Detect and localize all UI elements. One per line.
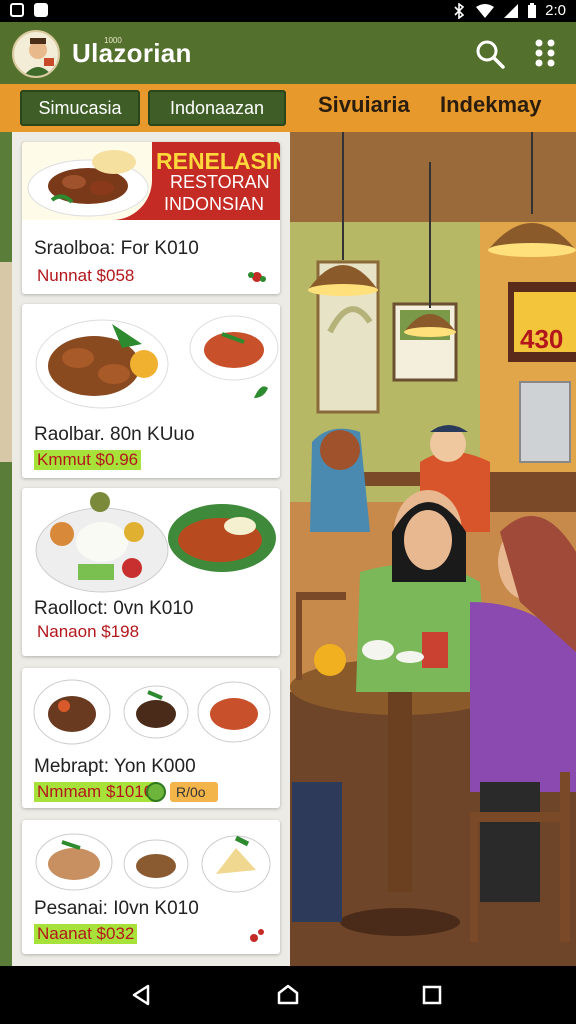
- app-bar: 1000 Ulazorian: [0, 22, 576, 84]
- signal-icon: [504, 3, 519, 18]
- dish-image: [33, 679, 271, 745]
- chili-icon: [250, 929, 264, 942]
- menu-item-name: Mebrapt: Yon K000: [34, 756, 196, 777]
- app-notification-icon: [10, 3, 24, 17]
- promo-subtitle: RESTORAN: [170, 172, 270, 192]
- veg-badge-icon: [146, 782, 166, 802]
- chip-indonaazan[interactable]: Indonaazan: [148, 90, 286, 126]
- menu-item-price: Kmmut $0.96: [34, 450, 142, 470]
- menu-item-name: Raolbar. 80n KUuo: [34, 424, 195, 445]
- home-icon[interactable]: [276, 983, 300, 1007]
- status-right: 2:0: [451, 2, 566, 19]
- status-left-icons: [10, 3, 48, 17]
- menu-card[interactable]: RENELASIN RESTORAN INDONSIAN Sraolboa: F…: [22, 142, 280, 294]
- menu-card[interactable]: Raolloct: 0vn K010 Nanaon $198: [22, 488, 280, 656]
- dish-image: [27, 150, 149, 217]
- leaf-icon: [254, 386, 268, 398]
- battery-icon: [528, 2, 537, 18]
- grid-menu-icon[interactable]: [530, 36, 560, 70]
- wifi-icon: [476, 3, 495, 18]
- back-icon[interactable]: [130, 984, 152, 1006]
- menu-item-price: Nmmam $1010: [34, 782, 157, 802]
- search-icon[interactable]: [474, 38, 506, 70]
- menu-item-name: Pesanai: I0vn K010: [34, 898, 199, 919]
- scene-price-sign: 430: [520, 324, 563, 354]
- tab-indekmay[interactable]: Indekmay: [440, 92, 542, 118]
- promo-banner: RENELASIN RESTORAN INDONSIAN: [22, 142, 280, 220]
- status-bar: 2:0: [0, 0, 576, 22]
- chip-simucasia[interactable]: Simucasia: [20, 90, 140, 126]
- recents-icon[interactable]: [422, 985, 442, 1005]
- tab-sivuiaria[interactable]: Sivuiaria: [318, 92, 410, 118]
- app-notification-icon: [34, 3, 48, 17]
- dish-image: [35, 492, 276, 593]
- garnish-icon: [248, 272, 266, 282]
- chef-avatar-icon: [23, 38, 54, 76]
- menu-item-price: Nanaon $198: [37, 622, 140, 641]
- category-bar: Simucasia Indonaazan Sivuiaria Indekmay: [0, 84, 576, 132]
- menu-list-panel: RENELASIN RESTORAN INDONSIAN Sraolboa: F…: [12, 132, 290, 966]
- menu-item-name: Raolloct: 0vn K010: [34, 598, 194, 619]
- menu-card[interactable]: Raolbar. 80n KUuo Kmmut $0.96: [22, 304, 280, 478]
- status-time: 2:0: [545, 2, 566, 19]
- bluetooth-icon: [454, 2, 465, 19]
- dish-image: [35, 315, 279, 409]
- promo-subtitle-2: INDONSIAN: [164, 194, 265, 214]
- menu-item-tag: R/0o: [170, 782, 218, 802]
- app-title: Ulazorian: [72, 38, 192, 68]
- dish-image: [35, 833, 271, 893]
- promo-title: RENELASIN: [156, 148, 280, 174]
- promo-dish-backdrop: [22, 142, 152, 220]
- menu-card[interactable]: Mebrapt: Yon K000 Nmmam $1010 R/0o: [22, 668, 280, 808]
- menu-item-price: Naanat $032: [34, 924, 138, 944]
- menu-item-price: Nunnat $058: [37, 266, 135, 285]
- menu-item-name: Sraolboa: For K010: [34, 238, 199, 259]
- menu-card[interactable]: Pesanai: I0vn K010 Naanat $032: [22, 820, 280, 954]
- system-nav-bar: [0, 966, 576, 1024]
- app-logo[interactable]: [12, 30, 60, 78]
